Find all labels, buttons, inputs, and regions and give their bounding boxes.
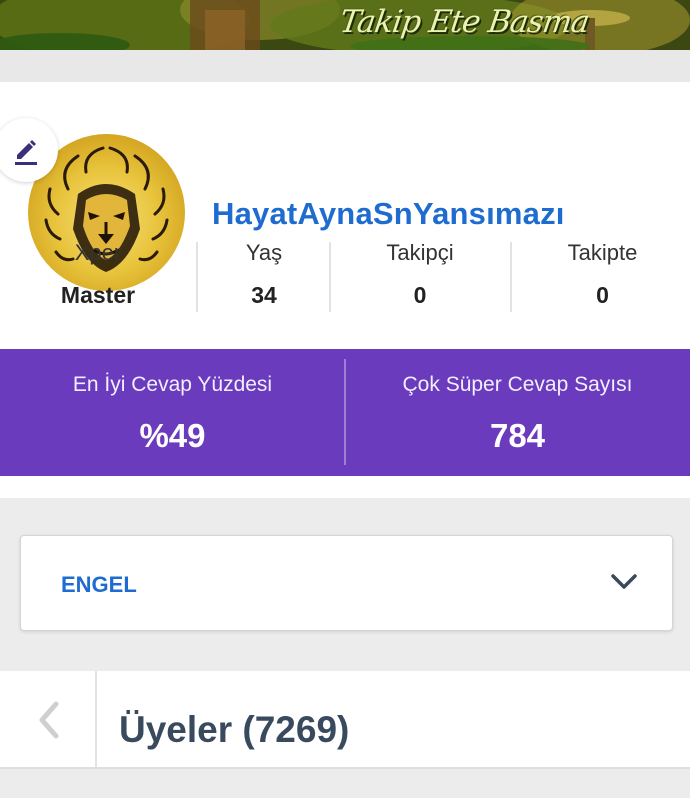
profile-stats: Xper Master Yaş 34 Takipçi 0 Takipte 0	[0, 240, 690, 312]
username: HayatAynaSnYansımazı	[212, 196, 565, 231]
stat-followers[interactable]: Takipçi 0	[350, 240, 490, 309]
stat-value: 34	[251, 282, 277, 308]
cover-banner: Takip Ete Basma	[0, 0, 690, 50]
stat-divider	[329, 242, 331, 312]
block-dropdown-label: ENGEL	[61, 572, 137, 597]
stat-divider	[510, 242, 512, 312]
super-answer-stat: Çok Süper Cevap Sayısı 784	[345, 349, 690, 476]
answer-highlights: En İyi Cevap Yüzdesi %49 Çok Süper Cevap…	[0, 349, 690, 476]
super-answer-label: Çok Süper Cevap Sayısı	[402, 373, 633, 396]
stat-value: 0	[596, 282, 609, 308]
stat-xper: Xper Master	[38, 240, 158, 309]
best-answer-stat: En İyi Cevap Yüzdesi %49	[0, 349, 345, 476]
best-answer-value: %49	[139, 417, 206, 454]
members-title: Üyeler (7269)	[119, 709, 350, 750]
members-divider	[0, 767, 690, 769]
cover-caption: Takip Ete Basma	[337, 4, 592, 40]
profile-page: Takip Ete Basma HayatAynaSnYansımazı Xpe…	[0, 0, 690, 798]
pencil-icon	[15, 140, 37, 165]
block-dropdown[interactable]: ENGEL	[20, 535, 673, 631]
cover-bottom-strip	[0, 50, 690, 82]
back-button[interactable]	[0, 671, 97, 769]
best-answer-label: En İyi Cevap Yüzdesi	[72, 373, 273, 396]
stat-age: Yaş 34	[208, 240, 320, 309]
stat-label: Yaş	[245, 240, 283, 265]
stat-value: Master	[60, 282, 136, 308]
super-answer-value: 784	[489, 417, 546, 454]
stat-following[interactable]: Takipte 0	[530, 240, 675, 309]
chevron-down-icon	[611, 574, 637, 589]
stat-value: 0	[413, 282, 427, 308]
stat-divider	[196, 242, 198, 312]
chevron-left-icon	[39, 701, 58, 739]
stat-label: Takipte	[567, 240, 638, 265]
members-header: Üyeler (7269)	[0, 671, 690, 769]
stat-label: Takipçi	[386, 240, 454, 265]
stat-label: Xper	[74, 240, 122, 265]
section-spacer	[0, 476, 690, 498]
